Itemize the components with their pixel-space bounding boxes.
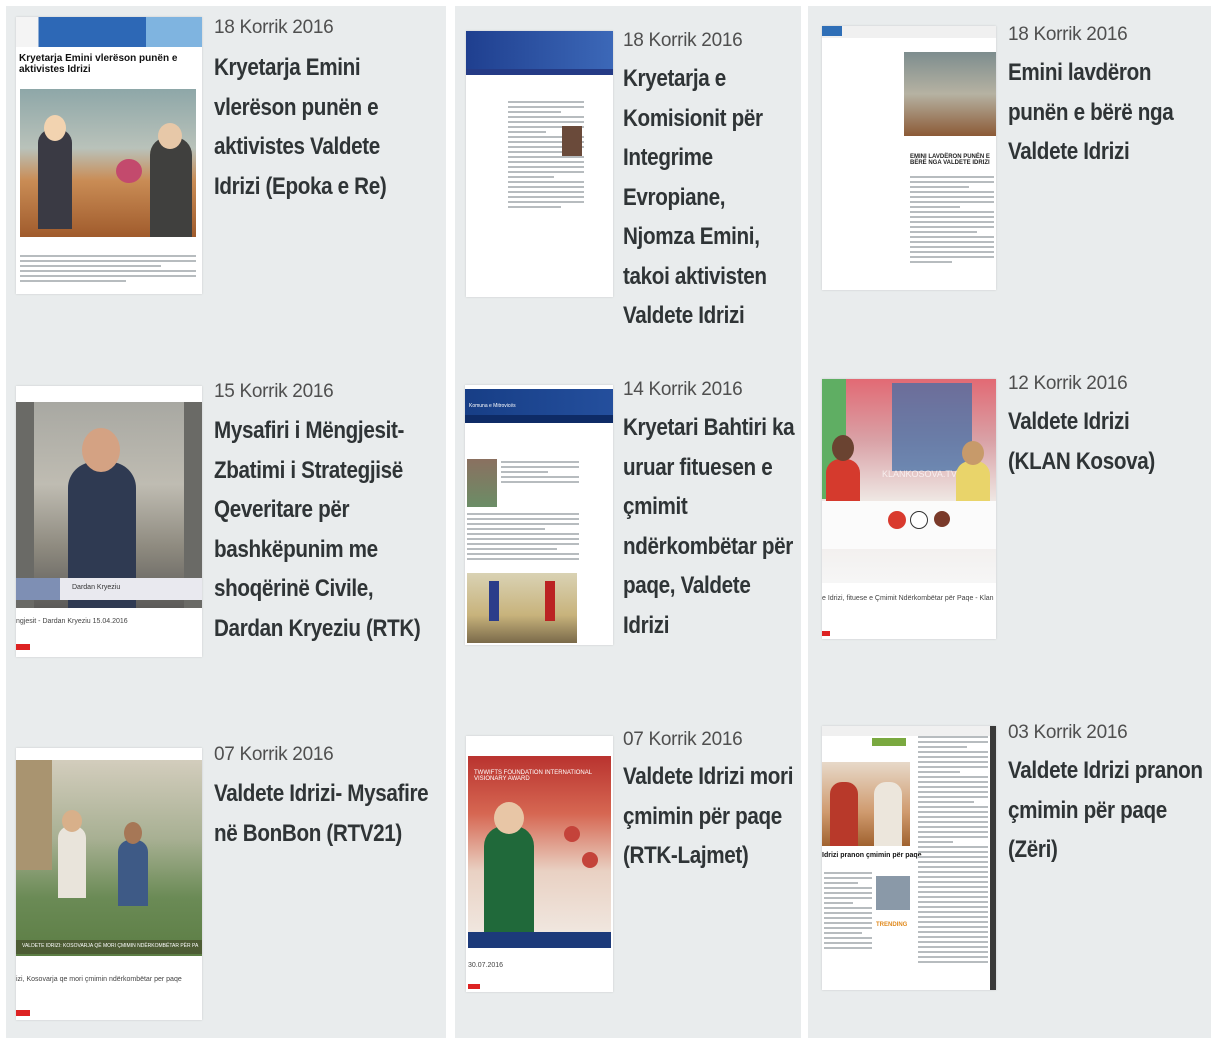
thumb-caption: e Idrizi, fituese e Çmimit Ndërkombëtar … xyxy=(822,595,994,602)
site-nav xyxy=(465,415,613,423)
thumb-photo: KLANKOSOVA.TV xyxy=(822,379,996,583)
site-header xyxy=(466,31,613,69)
thumb-photo xyxy=(562,126,582,156)
article-title[interactable]: Valdete Idrizi mori çmimin për paqe (RTK… xyxy=(623,757,795,876)
thumb-headline: Kryetarja Emini vlerëson punën e aktivis… xyxy=(19,53,178,75)
article-title[interactable]: Mysafiri i Mëngjesit- Zbatimi i Strategj… xyxy=(214,411,433,648)
article-title[interactable]: Emini lavdëron punën e bërë nga Valdete … xyxy=(1008,53,1206,172)
thumb-caption: 30.07.2016 xyxy=(468,962,504,969)
thumb-text-lines xyxy=(501,461,579,486)
thumb-button xyxy=(16,644,30,650)
thumb-headline: EMINI LAVDËRON PUNËN E BËRË NGA VALDETE … xyxy=(910,154,990,166)
thumb-photo xyxy=(467,459,497,507)
thumb-button xyxy=(822,631,830,636)
thumb-photo xyxy=(904,52,996,136)
article-title[interactable]: Valdete Idrizi (KLAN Kosova) xyxy=(1008,402,1180,481)
article-thumbnail[interactable]: Komuna e Mitrovicës xyxy=(465,385,613,645)
article-thumbnail[interactable]: Idrizi pranon çmimin për paqe TRENDING xyxy=(822,726,996,990)
thumb-photo: TWWIFTS FOUNDATION INTERNATIONAL VISIONA… xyxy=(468,756,611,948)
thumb-button xyxy=(16,1010,30,1016)
thumb-photo xyxy=(16,760,202,956)
thumb-text-lines xyxy=(467,513,579,563)
article-thumbnail[interactable]: TWWIFTS FOUNDATION INTERNATIONAL VISIONA… xyxy=(466,736,613,992)
thumb-overlay: Dardan Kryeziu xyxy=(72,584,121,591)
thumb-overlay: TWWIFTS FOUNDATION INTERNATIONAL VISIONA… xyxy=(474,770,592,782)
thumb-overlay: KLANKOSOVA.TV xyxy=(882,469,957,479)
site-nav xyxy=(466,69,613,75)
thumb-caption: ngjesit - Dardan Kryeziu 15.04.2016 xyxy=(16,618,128,625)
thumb-overlay: VALDETE IDRIZI: KOSOVARJA QË MORI ÇMIMIN… xyxy=(22,943,199,949)
article-date: 14 Korrik 2016 xyxy=(623,379,743,400)
article-date: 03 Korrik 2016 xyxy=(1008,722,1128,743)
article-title[interactable]: Kryetari Bahtiri ka uruar fituesen e çmi… xyxy=(623,408,795,645)
article-date: 18 Korrik 2016 xyxy=(214,17,334,38)
site-logo xyxy=(822,26,842,36)
article-date: 18 Korrik 2016 xyxy=(623,30,743,51)
article-thumbnail[interactable]: Kryetarja Emini vlerëson punën e aktivis… xyxy=(16,17,202,294)
article-title[interactable]: Kryetarja Emini vlerëson punën e aktivis… xyxy=(214,48,429,206)
thumb-caption: izi, Kosovarja qe mori çmimin ndërkombët… xyxy=(16,976,182,983)
article-date: 12 Korrik 2016 xyxy=(1008,373,1128,394)
article-title[interactable]: Valdete Idrizi- Mysafire në BonBon (RTV2… xyxy=(214,774,429,853)
article-thumbnail[interactable] xyxy=(466,31,613,297)
thumb-photo: Dardan Kryeziu xyxy=(16,402,202,608)
thumb-text-lines xyxy=(508,101,584,211)
thumb-headline: Idrizi pranon çmimin për paqe xyxy=(822,852,922,859)
thumb-photo xyxy=(876,876,910,910)
thumb-header: Komuna e Mitrovicës xyxy=(469,403,516,409)
thumb-photo xyxy=(20,89,196,237)
thumb-text-lines xyxy=(918,736,988,966)
article-thumbnail[interactable]: EMINI LAVDËRON PUNËN E BËRË NGA VALDETE … xyxy=(822,26,996,290)
ad-banner xyxy=(16,17,202,47)
article-title[interactable]: Valdete Idrizi pranon çmimin për paqe (Z… xyxy=(1008,751,1206,870)
thumb-tag: TRENDING xyxy=(876,922,908,928)
site-header xyxy=(822,26,996,38)
thumb-text-lines xyxy=(20,255,196,285)
thumb-photo xyxy=(467,573,577,643)
article-title[interactable]: Kryetarja e Komisionit për Integrime Evr… xyxy=(623,59,795,336)
thumb-photo xyxy=(822,762,910,846)
article-thumbnail[interactable]: Dardan Kryeziu ngjesit - Dardan Kryeziu … xyxy=(16,386,202,657)
site-header xyxy=(822,726,996,736)
site-logo xyxy=(872,738,906,746)
thumb-right-edge xyxy=(990,726,996,990)
article-thumbnail[interactable]: KLANKOSOVA.TV e Idrizi, fituese e Çmimit… xyxy=(822,379,996,639)
article-thumbnail[interactable]: VALDETE IDRIZI: KOSOVARJA QË MORI ÇMIMIN… xyxy=(16,748,202,1020)
site-header xyxy=(465,389,613,415)
thumb-text-lines xyxy=(910,176,994,266)
article-date: 18 Korrik 2016 xyxy=(1008,24,1128,45)
thumb-text-lines xyxy=(824,872,872,952)
article-date: 07 Korrik 2016 xyxy=(214,744,334,765)
article-date: 07 Korrik 2016 xyxy=(623,729,743,750)
thumb-button xyxy=(468,984,480,989)
article-date: 15 Korrik 2016 xyxy=(214,381,334,402)
